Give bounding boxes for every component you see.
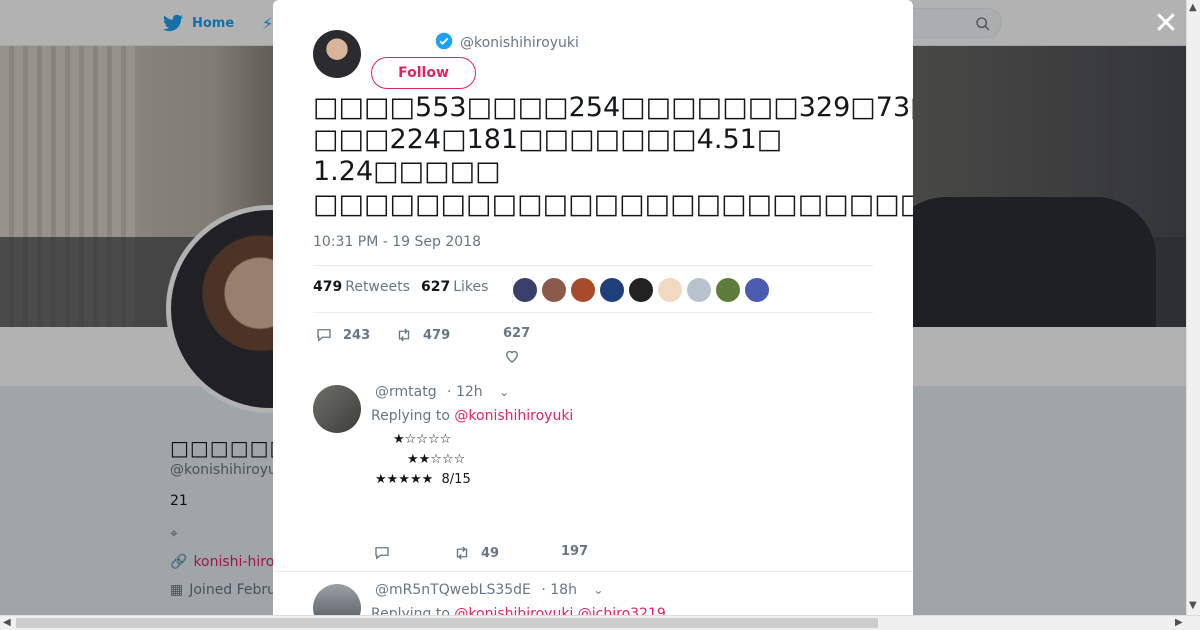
- reply-text-line: ★★☆☆☆: [407, 452, 466, 467]
- horizontal-scrollbar[interactable]: ◀ ▶: [0, 615, 1200, 630]
- replying-mention[interactable]: @konishihiroyuki: [454, 408, 573, 424]
- tweet-text: □□□□553□□□□254□□□□□□□329□73□ □□□224□181□…: [313, 92, 913, 187]
- liker-avatar[interactable]: [715, 277, 741, 303]
- reply-count: 243: [343, 327, 371, 343]
- replying-prefix: Replying to: [371, 408, 450, 424]
- reply-item[interactable]: @rmtatg · 12h ⌄ Replying to @konishihiro…: [313, 384, 873, 574]
- chevron-down-icon[interactable]: ⌄: [593, 583, 603, 597]
- retweets-stat[interactable]: 479 Retweets: [313, 279, 410, 295]
- scroll-down-icon[interactable]: ▼: [1189, 600, 1197, 611]
- author-avatar[interactable]: [313, 30, 361, 78]
- reply-avatar[interactable]: [313, 584, 361, 615]
- reply-divider: [273, 571, 913, 572]
- liker-avatar[interactable]: [744, 277, 770, 303]
- retweet-icon: [398, 328, 410, 342]
- scroll-left-icon[interactable]: ◀: [3, 617, 11, 628]
- replying-prefix: Replying to: [371, 606, 450, 615]
- retweet-icon: [456, 546, 468, 560]
- liker-avatar[interactable]: [599, 277, 625, 303]
- scrollbar-thumb[interactable]: [16, 618, 878, 628]
- replying-to: Replying to @konishihiroyuki: [371, 408, 573, 424]
- close-icon[interactable]: ✕: [1152, 9, 1180, 39]
- scroll-right-icon[interactable]: ▶: [1175, 617, 1183, 628]
- liker-avatar[interactable]: [570, 277, 596, 303]
- liker-avatar[interactable]: [686, 277, 712, 303]
- like-button[interactable]: 197: [561, 544, 588, 559]
- retweet-count: 49: [481, 545, 500, 561]
- reply-text-line: ★★★★★ 8/15: [375, 472, 471, 487]
- follow-button[interactable]: Follow: [371, 57, 476, 89]
- reply-header: @rmtatg · 12h ⌄: [375, 384, 509, 400]
- likes-stat[interactable]: 627 Likes: [421, 279, 488, 295]
- retweet-button[interactable]: 49: [453, 544, 499, 562]
- verified-badge-icon: [435, 32, 453, 50]
- reply-button[interactable]: 243: [315, 326, 370, 344]
- tweet-timestamp[interactable]: 10:31 PM - 19 Sep 2018: [313, 234, 481, 250]
- liker-avatar[interactable]: [657, 277, 683, 303]
- reply-icon: [317, 329, 331, 342]
- retweets-count: 479: [313, 279, 343, 295]
- reply-button[interactable]: [373, 544, 391, 562]
- scroll-up-icon[interactable]: ▲: [1189, 2, 1197, 13]
- like-count: 197: [561, 544, 589, 559]
- tweet-text-second-paragraph: □□□□□□□□□□□□□□□□□□□□□□□□□□□□□□□□□□□□□□□□…: [313, 189, 913, 220]
- reply-avatar[interactable]: [313, 385, 361, 433]
- author-handle[interactable]: @konishihiroyuki: [460, 35, 579, 51]
- tweet-actions: 243 479 627: [313, 326, 873, 366]
- like-button[interactable]: 627: [503, 326, 530, 365]
- tweet-stats: 479 Retweets 627 Likes: [313, 265, 873, 313]
- tweet-modal: @konishihiroyuki Follow □□□□553□□□□254□□…: [273, 0, 913, 615]
- reply-handle[interactable]: @mR5nTQwebLS35dE: [375, 582, 531, 598]
- retweets-label: Retweets: [345, 279, 410, 295]
- likes-count: 627: [421, 279, 451, 295]
- chevron-down-icon[interactable]: ⌄: [499, 385, 509, 399]
- reply-text-line: ★☆☆☆☆: [393, 432, 452, 447]
- retweet-button[interactable]: 479: [395, 326, 450, 344]
- heart-icon: [506, 350, 518, 363]
- reply-item[interactable]: @mR5nTQwebLS35dE · 18h ⌄ Replying to @ko…: [313, 582, 873, 615]
- likes-label: Likes: [453, 279, 489, 295]
- reply-time[interactable]: · 18h: [541, 582, 577, 598]
- liker-avatar[interactable]: [628, 277, 654, 303]
- reply-time[interactable]: · 12h: [447, 384, 483, 400]
- replying-mention[interactable]: @konishihiroyuki @ichiro3219: [454, 606, 665, 615]
- replying-to: Replying to @konishihiroyuki @ichiro3219: [371, 606, 666, 615]
- liker-avatar[interactable]: [541, 277, 567, 303]
- vertical-scrollbar[interactable]: ▲ ▼: [1186, 0, 1200, 615]
- reply-header: @mR5nTQwebLS35dE · 18h ⌄: [375, 582, 603, 598]
- reply-handle[interactable]: @rmtatg: [375, 384, 437, 400]
- retweet-count: 479: [423, 327, 451, 343]
- liker-avatar[interactable]: [512, 277, 538, 303]
- reply-icon: [375, 547, 389, 560]
- like-count: 627: [503, 326, 531, 341]
